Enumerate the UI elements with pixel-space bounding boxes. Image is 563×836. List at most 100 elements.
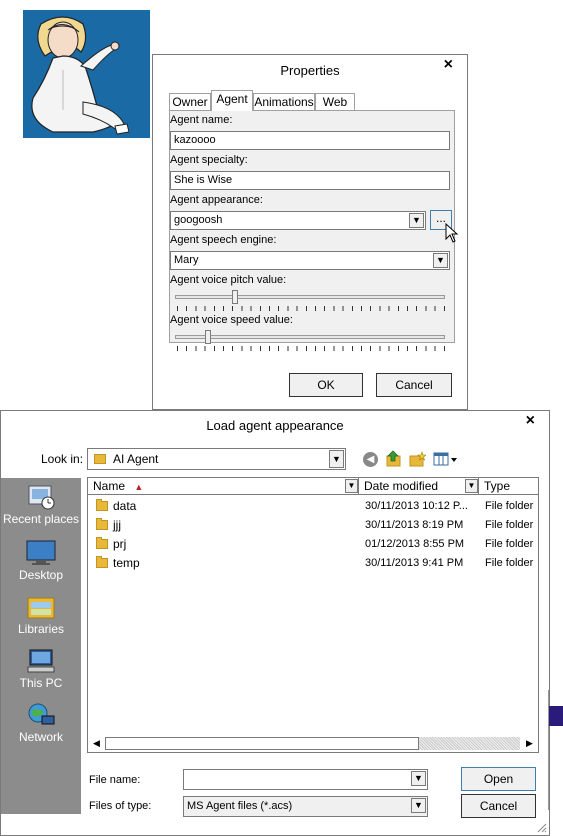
recent-places-icon [26,484,56,510]
horizontal-scrollbar[interactable]: ◀ ▶ [89,736,537,751]
place-label: Recent places [2,512,80,526]
file-name: jjj [113,518,121,532]
speed-label: Agent voice speed value: [170,314,293,326]
agent-specialty-label: Agent specialty: [170,154,248,166]
places-bar: Recent places Desktop Libraries This PC … [1,478,81,814]
tab-agent[interactable]: Agent [211,90,253,111]
place-recent-places[interactable]: Recent places [1,484,81,526]
sort-ascending-icon: ▲ [134,482,144,492]
file-name: data [113,499,137,513]
agent-appearance-value: googoosh [174,214,223,226]
new-folder-icon[interactable] [409,451,427,467]
speed-slider-ticks [177,346,445,351]
file-row[interactable]: data 30/11/2013 10:12 P... File folder [88,497,538,516]
column-header-label: Date modified [364,479,439,493]
place-label: Desktop [18,568,64,582]
filename-input[interactable]: ▼ [183,769,428,790]
view-menu-icon[interactable] [433,452,459,467]
scroll-right-icon[interactable]: ▶ [522,736,537,751]
network-icon [26,702,56,728]
chevron-down-icon[interactable]: ▼ [345,479,358,493]
up-folder-icon[interactable] [386,450,402,467]
place-label: This PC [19,676,63,690]
agent-appearance-select[interactable]: googoosh ▼ [170,211,426,230]
agent-name-field[interactable]: kazoooo [170,131,450,150]
file-date: 30/11/2013 9:41 PM [365,557,464,569]
desktop-icon [26,540,56,566]
speech-engine-label: Agent speech engine: [170,234,277,246]
cancel-button[interactable]: Cancel [461,794,536,818]
file-row[interactable]: temp 30/11/2013 9:41 PM File folder [88,554,538,573]
filename-label: File name: [89,774,141,786]
agent-character-image [23,10,150,138]
libraries-icon [26,594,56,620]
column-header-type[interactable]: Type [479,478,538,495]
folder-icon [94,454,106,464]
cancel-button[interactable]: Cancel [376,373,452,397]
folder-icon [96,537,108,549]
file-date: 01/12/2013 8:55 PM [365,538,465,550]
background-window-bar [549,706,563,726]
back-icon[interactable]: ◀ [363,452,378,467]
file-name: prj [113,537,127,551]
tab-owner[interactable]: Owner [169,93,211,110]
resize-grip-icon[interactable] [535,821,547,833]
background-window-edge [548,690,563,810]
chevron-down-icon[interactable]: ▼ [329,450,344,468]
chevron-down-icon[interactable]: ▼ [433,253,448,268]
ok-button[interactable]: OK [289,373,363,397]
file-row[interactable]: prj 01/12/2013 8:55 PM File folder [88,535,538,554]
mouse-cursor-icon [445,223,459,243]
file-type: File folder [485,500,534,512]
speech-engine-value: Mary [174,254,199,266]
file-date: 30/11/2013 8:19 PM [365,519,464,531]
lookin-value: AI Agent [113,452,159,466]
computer-icon [26,648,56,674]
open-button[interactable]: Open [461,767,536,791]
tab-web[interactable]: Web [315,93,355,110]
place-label: Libraries [17,622,65,636]
file-list[interactable]: Name ▲ ▼ Date modified ▼ Type data 30/11… [87,477,539,753]
agent-name-label: Agent name: [170,114,233,126]
folder-icon [96,518,108,530]
chevron-down-icon[interactable]: ▼ [465,479,478,493]
column-header-date[interactable]: Date modified [359,478,479,495]
lookin-select[interactable]: AI Agent ▼ [87,448,346,470]
tab-animations[interactable]: Animations [253,93,315,110]
chevron-down-icon[interactable]: ▼ [411,798,426,813]
place-this-pc[interactable]: This PC [1,648,81,690]
close-icon[interactable]: × [444,56,453,74]
agent-specialty-field[interactable]: She is Wise [170,171,450,190]
place-label: Network [18,730,63,744]
scrollbar-track[interactable] [419,737,520,750]
speed-slider-thumb[interactable] [204,330,211,344]
column-header-label: Name [93,479,126,493]
speech-engine-select[interactable]: Mary ▼ [170,251,450,270]
pitch-label: Agent voice pitch value: [170,274,287,286]
filetype-label: Files of type: [89,800,152,812]
scroll-left-icon[interactable]: ◀ [89,736,104,751]
properties-dialog: Properties × Owner Agent Animations Web … [152,54,468,410]
file-type: File folder [485,538,534,550]
filetype-value: MS Agent files (*.acs) [187,800,293,812]
place-network[interactable]: Network [1,702,81,744]
pitch-slider-thumb[interactable] [231,290,238,304]
close-icon[interactable]: × [526,412,535,430]
load-dialog-title: Load agent appearance [206,418,344,433]
place-desktop[interactable]: Desktop [1,540,81,582]
file-date: 30/11/2013 10:12 P... [365,500,468,512]
speed-slider[interactable] [175,335,445,339]
pitch-slider-ticks [177,306,445,311]
scrollbar-thumb[interactable] [105,737,419,750]
place-libraries[interactable]: Libraries [1,594,81,636]
chevron-down-icon[interactable]: ▼ [411,771,426,786]
folder-icon [96,499,108,511]
pitch-slider[interactable] [175,295,445,299]
filetype-select[interactable]: MS Agent files (*.acs) ▼ [183,796,428,817]
agent-appearance-label: Agent appearance: [170,194,263,206]
chevron-down-icon[interactable]: ▼ [409,213,424,228]
file-name: temp [113,556,140,570]
column-header-label: Type [484,479,511,493]
column-header-name[interactable]: Name ▲ [88,478,359,495]
file-row[interactable]: jjj 30/11/2013 8:19 PM File folder [88,516,538,535]
